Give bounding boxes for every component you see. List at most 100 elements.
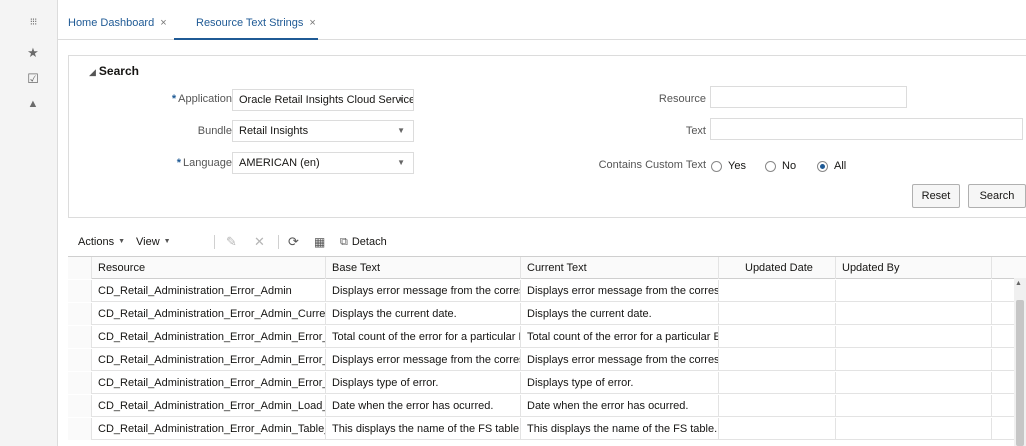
row-selector-header [68, 257, 92, 279]
cell-updated-by [836, 349, 992, 371]
cell-updated-date [719, 349, 836, 371]
cell-current-text: Displays type of error. [521, 372, 719, 394]
cell-updated-date [719, 372, 836, 394]
table-row[interactable]: CD_Retail_Administration_Error_Admin Disp… [68, 280, 1026, 302]
export-spreadsheet-icon[interactable]: ▦ [314, 233, 325, 251]
cell-updated-by [836, 395, 992, 417]
language-label-text: Language [183, 157, 232, 169]
delete-x-icon[interactable]: ✕ [254, 233, 265, 251]
chevron-down-icon: ▼ [397, 158, 405, 167]
cell-updated-by [836, 326, 992, 348]
cell-updated-date [719, 418, 836, 440]
cell-resource: CD_Retail_Administration_Error_Admin_Tab… [92, 418, 326, 440]
tab-home-dashboard[interactable]: Home Dashboard × [68, 17, 167, 40]
row-selector[interactable] [68, 418, 92, 440]
star-icon[interactable]: ★ [26, 46, 40, 60]
table-row[interactable]: CD_Retail_Administration_Error_Admin_Err… [68, 372, 1026, 394]
radio-button-icon[interactable] [765, 160, 776, 172]
tab-label: Resource Text Strings [196, 17, 304, 29]
view-menu[interactable]: View ▼ [136, 233, 171, 251]
radio-all[interactable]: All [817, 160, 846, 172]
radio-no-label: No [782, 160, 797, 172]
bundle-value: Retail Insights [239, 125, 309, 137]
search-panel: ◢ Search * Application Oracle Retail Insig… [68, 55, 1026, 218]
application-label: * Application [172, 93, 232, 105]
cell-resource: CD_Retail_Administration_Error_Admin_Err… [92, 326, 326, 348]
row-selector[interactable] [68, 349, 92, 371]
chevron-down-icon: ▼ [163, 238, 171, 246]
scroll-up-arrow-icon[interactable]: ▲ [1015, 280, 1022, 287]
row-selector[interactable] [68, 372, 92, 394]
table-row[interactable]: CD_Retail_Administration_Error_Admin_Cur… [68, 303, 1026, 325]
resource-label-text: Resource [658, 93, 706, 105]
language-select[interactable]: AMERICAN (en) ▼ [232, 152, 414, 174]
vertical-scrollbar[interactable]: ▲ [1014, 278, 1026, 446]
calendar-check-icon[interactable]: ☑ [26, 72, 40, 86]
results-table: Resource Base Text Current Text Updated … [68, 256, 1026, 446]
detach-button[interactable]: ⧉ Detach [340, 233, 387, 251]
row-selector[interactable] [68, 303, 92, 325]
application-value: Oracle Retail Insights Cloud Service [239, 94, 414, 106]
actions-menu[interactable]: Actions ▼ [78, 233, 125, 251]
scrollbar-thumb[interactable] [1016, 300, 1024, 446]
cell-base-text: Displays type of error. [326, 372, 521, 394]
tab-resource-text-strings[interactable]: Resource Text Strings × [174, 17, 318, 40]
radio-button-icon[interactable] [711, 160, 722, 172]
language-value: AMERICAN (en) [239, 157, 320, 169]
row-selector[interactable] [68, 395, 92, 417]
reset-button[interactable]: Reset [912, 184, 960, 208]
custom-text-label-text: Contains Custom Text [598, 159, 706, 171]
application-select[interactable]: Oracle Retail Insights Cloud Service ▼ [232, 89, 414, 111]
collapse-triangle-icon[interactable]: ◢ [89, 67, 96, 77]
view-label: View [136, 236, 160, 248]
bundle-label: Bundle [198, 125, 232, 137]
table-row[interactable]: CD_Retail_Administration_Error_Admin_Err… [68, 326, 1026, 348]
detach-label: Detach [351, 236, 387, 248]
resource-label: Resource [659, 93, 706, 105]
bell-icon[interactable]: ▲ [26, 97, 40, 111]
row-selector[interactable] [68, 280, 92, 302]
custom-text-label: Contains Custom Text [599, 159, 706, 171]
column-header-base-text[interactable]: Base Text [326, 257, 521, 279]
column-header-resource[interactable]: Resource [92, 257, 326, 279]
actions-label: Actions [78, 236, 115, 248]
cell-resource: CD_Retail_Administration_Error_Admin_Loa… [92, 395, 326, 417]
search-title: Search [98, 64, 139, 78]
column-header-updated-by[interactable]: Updated By [836, 257, 992, 279]
cell-current-text: Total count of the error for a particula… [521, 326, 719, 348]
cell-base-text: Displays the current date. [326, 303, 521, 325]
radio-button-selected-icon[interactable] [817, 160, 828, 172]
tab-bar: Home Dashboard × Resource Text Strings × [58, 8, 1026, 40]
cell-updated-by [836, 418, 992, 440]
close-icon[interactable]: × [309, 17, 315, 29]
row-selector[interactable] [68, 326, 92, 348]
cell-resource: CD_Retail_Administration_Error_Admin [92, 280, 326, 302]
bundle-label-text: Bundle [197, 125, 232, 137]
cell-resource: CD_Retail_Administration_Error_Admin_Err… [92, 372, 326, 394]
search-button[interactable]: Search [968, 184, 1026, 208]
edit-pencil-icon[interactable]: ✎ [226, 233, 237, 251]
language-label: * Language [177, 157, 232, 169]
text-input[interactable] [710, 118, 1023, 140]
required-icon: * [176, 157, 182, 169]
table-row[interactable]: CD_Retail_Administration_Error_Admin_Tab… [68, 418, 1026, 440]
search-section-header[interactable]: ◢ Search [89, 64, 139, 78]
cell-base-text: This displays the name of the FS table. [326, 418, 521, 440]
resource-input[interactable] [710, 86, 907, 108]
table-row[interactable]: CD_Retail_Administration_Error_Admin_Err… [68, 349, 1026, 371]
radio-no[interactable]: No [765, 160, 796, 172]
cell-current-text: Displays error message from the corresp [521, 280, 719, 302]
close-icon[interactable]: × [160, 17, 166, 29]
apps-grid-icon[interactable]: ⁝⁝⁝ [26, 16, 40, 30]
column-header-current-text[interactable]: Current Text [521, 257, 719, 279]
refresh-icon[interactable]: ⟳ [288, 233, 299, 251]
radio-yes[interactable]: Yes [711, 160, 746, 172]
text-label: Text [686, 125, 706, 137]
tab-label: Home Dashboard [68, 17, 155, 29]
bundle-select[interactable]: Retail Insights ▼ [232, 120, 414, 142]
cell-base-text: Total count of the error for a particula… [326, 326, 521, 348]
table-row[interactable]: CD_Retail_Administration_Error_Admin_Loa… [68, 395, 1026, 417]
column-header-updated-date[interactable]: Updated Date [719, 257, 836, 279]
cell-current-text: Displays error message from the corresp [521, 349, 719, 371]
required-icon: * [171, 93, 177, 105]
